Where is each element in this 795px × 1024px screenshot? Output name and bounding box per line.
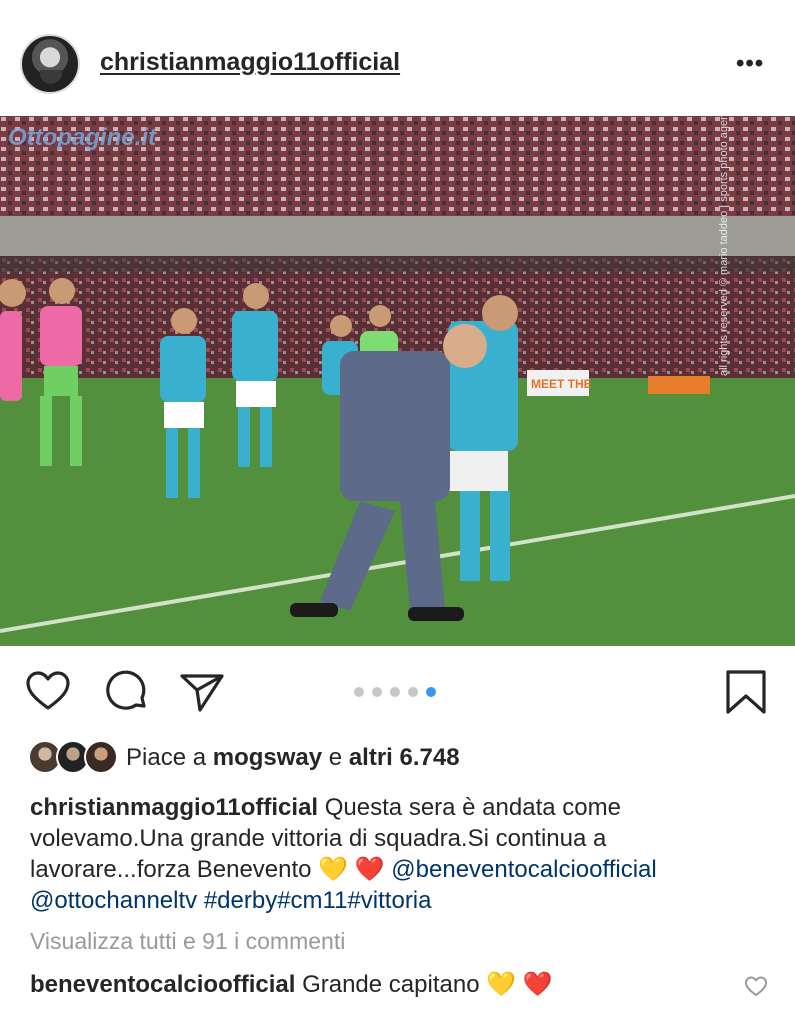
post-photo[interactable]: MEET THE Ottopagine.it all rights reserv…: [0, 116, 795, 646]
comment-row: beneventocalcioofficial Grande capitano …: [30, 970, 553, 999]
liker-avatar: [84, 740, 118, 774]
share-icon[interactable]: [178, 668, 226, 716]
photo-credit: all rights reserved © mario taddeo | spo…: [718, 116, 730, 376]
comment-icon[interactable]: [102, 668, 150, 716]
post-header: christianmaggio11official •••: [0, 0, 795, 116]
likes-text: Piace a mogsway e altri 6.748: [126, 744, 460, 772]
carousel-dot: [354, 687, 364, 697]
heart-icon[interactable]: [24, 668, 72, 716]
mention-link[interactable]: @ottochanneltv: [30, 887, 197, 914]
carousel-dot: [372, 687, 382, 697]
more-options-icon[interactable]: •••: [736, 50, 764, 78]
carousel-dot: [390, 687, 400, 697]
mention-link[interactable]: @beneventocalcioofficial: [391, 856, 656, 883]
comment-text: Grande capitano: [302, 971, 480, 998]
likes-others[interactable]: altri 6.748: [349, 744, 460, 771]
photo-watermark: Ottopagine.it: [8, 124, 156, 151]
yellow-heart-icon: 💛: [318, 856, 349, 883]
red-heart-icon: ❤️: [522, 971, 553, 998]
likes-prefix: Piace a: [126, 744, 207, 771]
red-heart-icon: ❤️: [354, 856, 385, 883]
carousel-indicator: [354, 687, 436, 697]
likes-joiner: e: [328, 744, 343, 771]
banner-text: MEET THE: [531, 377, 592, 391]
likes-row[interactable]: Piace a mogsway e altri 6.748: [28, 738, 768, 778]
bookmark-icon[interactable]: [722, 668, 770, 716]
carousel-dot-active: [426, 687, 436, 697]
comment-like-icon[interactable]: [744, 975, 768, 997]
post-username[interactable]: christianmaggio11official: [100, 48, 400, 77]
post-caption: christianmaggio11official Questa sera è …: [30, 792, 770, 916]
likes-user[interactable]: mogsway: [213, 744, 322, 771]
comment-username[interactable]: beneventocalcioofficial: [30, 971, 295, 998]
caption-username[interactable]: christianmaggio11official: [30, 794, 318, 821]
stadium-photo: MEET THE: [0, 116, 795, 646]
hashtags-link[interactable]: #derby#cm11#vittoria: [204, 887, 432, 914]
carousel-dot: [408, 687, 418, 697]
post-actions: [0, 660, 795, 724]
view-all-comments-link[interactable]: Visualizza tutti e 91 i commenti: [30, 928, 345, 955]
user-avatar[interactable]: [20, 34, 80, 94]
yellow-heart-icon: 💛: [486, 971, 517, 998]
